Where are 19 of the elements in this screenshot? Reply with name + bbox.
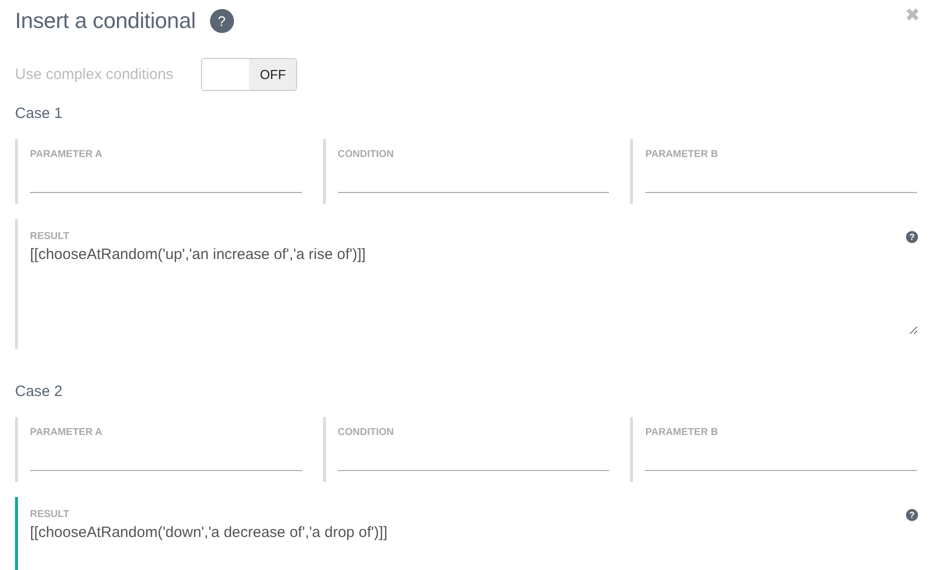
case-title: Case 1 <box>15 105 64 122</box>
field-label: PARAMETER A <box>30 149 102 160</box>
toggle-label: Use complex conditions <box>15 66 174 83</box>
field-label: PARAMETER A <box>30 427 102 438</box>
help-icon[interactable]: ? <box>906 509 918 521</box>
help-icon[interactable]: ? <box>906 231 918 243</box>
field-label: PARAMETER B <box>645 427 718 438</box>
result-field[interactable]: RESULT ? [[chooseAtRandom('up','an increase of','a rise of')]] <box>15 219 920 349</box>
result-text[interactable]: [[chooseAtRandom('up','an increase of','a rise of')]] <box>30 246 918 335</box>
case-title: Case 2 <box>15 383 64 400</box>
dialog-title: Insert a conditional <box>15 8 196 34</box>
field-label: RESULT <box>30 231 70 242</box>
field-label: CONDITION <box>338 149 394 160</box>
field-label: CONDITION <box>338 427 394 438</box>
complex-conditions-toggle[interactable]: OFF <box>201 58 298 91</box>
field-label: RESULT <box>30 509 70 520</box>
result-field[interactable]: RESULT ? [[chooseAtRandom('down','a decrease of','a drop of')]] <box>15 497 920 570</box>
help-icon[interactable]: ? <box>210 9 234 33</box>
field-label: PARAMETER B <box>645 149 718 160</box>
